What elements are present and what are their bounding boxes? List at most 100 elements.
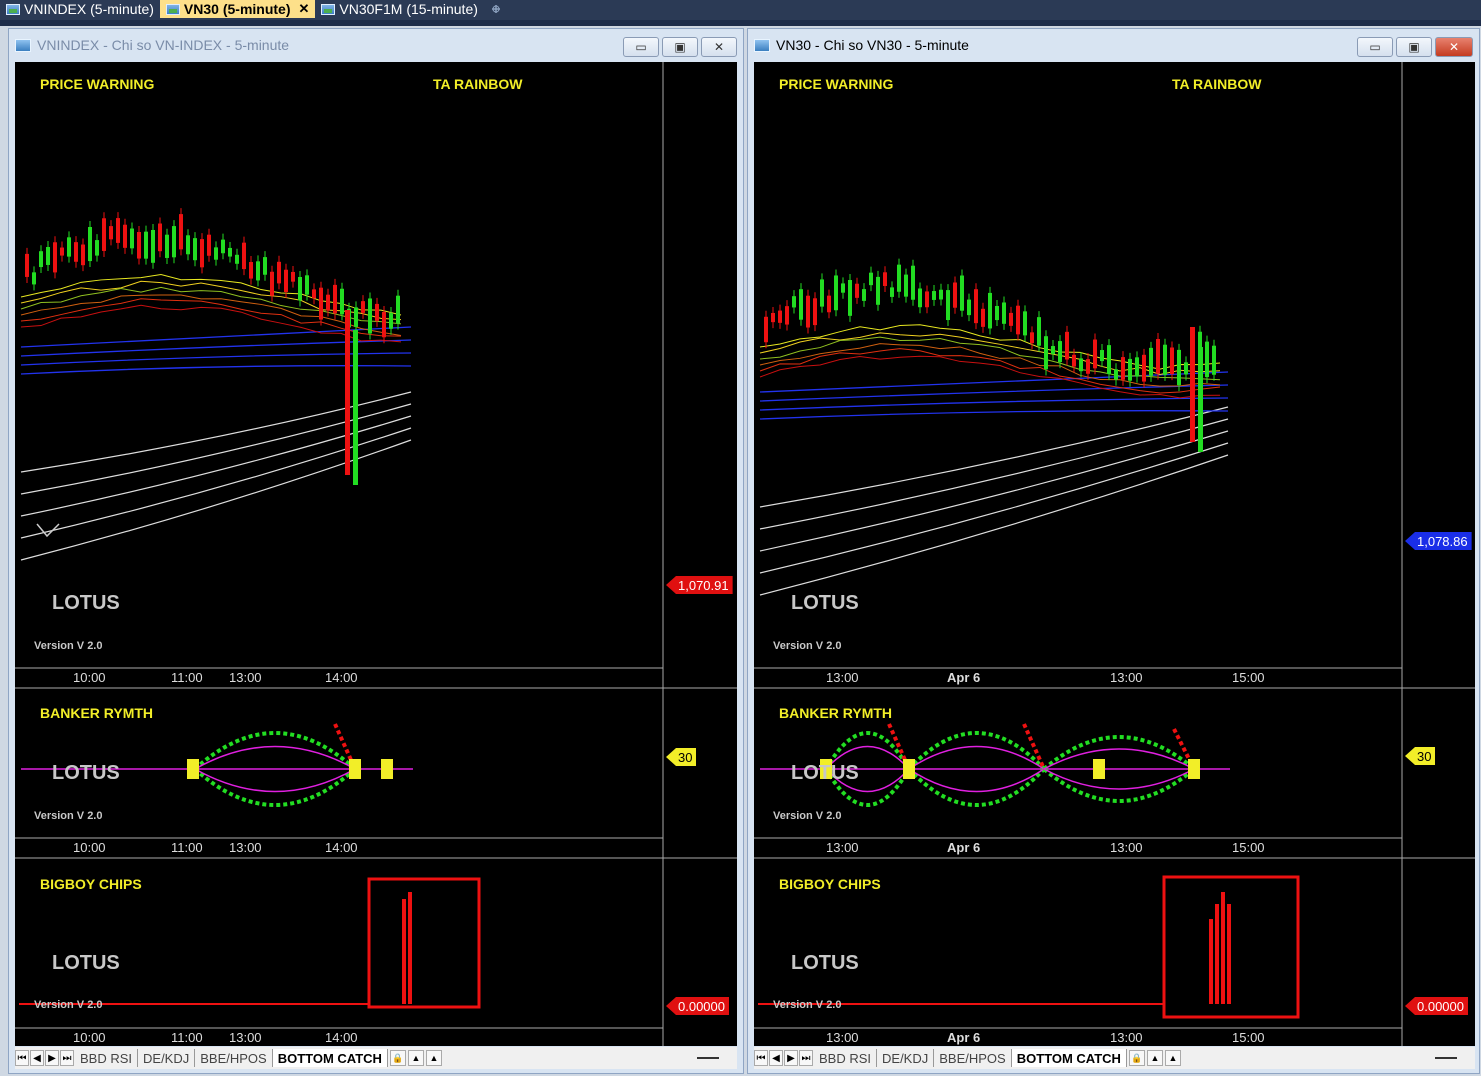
chart-canvas[interactable]: [15, 62, 737, 1046]
candle-body: [382, 311, 386, 338]
candle-body: [890, 287, 894, 297]
last-sheet-button[interactable]: ⏭: [60, 1050, 74, 1066]
lotus-watermark: LOTUS: [791, 762, 859, 784]
candle-body: [1190, 327, 1195, 442]
candle-body: [74, 242, 78, 262]
sheet-tab-de-kdj[interactable]: DE/KDJ: [877, 1049, 935, 1067]
candle-body: [883, 272, 887, 286]
candle-body: [764, 316, 768, 343]
prev-sheet-button[interactable]: ◀: [30, 1050, 44, 1066]
time-axis-label: 15:00: [1232, 670, 1265, 685]
next-sheet-button[interactable]: ▶: [45, 1050, 59, 1066]
sheet-tab-bottom-catch[interactable]: BOTTOM CATCH: [272, 1049, 388, 1067]
candle-body: [785, 306, 789, 325]
time-axis-label: 10:00: [73, 670, 106, 685]
chips-bar: [1215, 904, 1219, 1004]
time-axis-label: 14:00: [325, 670, 358, 685]
lock-icon[interactable]: 🔒: [1128, 1050, 1145, 1066]
time-axis-label: 11:00: [171, 840, 203, 855]
pin-icon[interactable]: [490, 3, 502, 15]
candle-body: [67, 237, 71, 257]
last-sheet-button[interactable]: ⏭: [799, 1050, 813, 1066]
candle-body: [151, 229, 155, 263]
prev-sheet-button[interactable]: ◀: [769, 1050, 783, 1066]
candle-body: [333, 284, 337, 314]
highlight-box: [367, 877, 481, 1009]
candle-body: [1079, 358, 1083, 372]
sort-alt-icon[interactable]: ▲: [1164, 1050, 1181, 1066]
lotus-watermark: LOTUS: [52, 952, 120, 974]
sheet-tab-bbe-hpos[interactable]: BBE/HPOS: [934, 1049, 1012, 1067]
candle-body: [1177, 349, 1181, 386]
sheet-tab-bottom-catch[interactable]: BOTTOM CATCH: [1011, 1049, 1127, 1067]
oscillator-line: [1043, 768, 1195, 790]
candle-body: [263, 257, 267, 275]
chips-bar: [1221, 892, 1225, 1004]
lock-icon[interactable]: 🔒: [389, 1050, 406, 1066]
candle-body: [235, 254, 239, 264]
candle-body: [207, 234, 211, 256]
candle-body: [953, 282, 957, 308]
sheet-tab-de-kdj[interactable]: DE/KDJ: [138, 1049, 196, 1067]
ta-rainbow-label: TA RAINBOW: [433, 76, 523, 92]
moving-average-line: [20, 403, 412, 495]
chart-canvas[interactable]: [754, 62, 1475, 1046]
chart-window-vnindex: VNINDEX - Chi so VN-INDEX - 5-minute ▭ ▣…: [8, 28, 744, 1074]
next-sheet-button[interactable]: ▶: [784, 1050, 798, 1066]
candle-body: [368, 298, 372, 334]
sort-alt-icon[interactable]: ▲: [425, 1050, 442, 1066]
candle-body: [1184, 362, 1188, 375]
candle-body: [214, 247, 218, 260]
first-sheet-button[interactable]: ⏮: [754, 1050, 768, 1066]
version-label: Version V 2.0: [773, 640, 842, 652]
chart-area[interactable]: PRICE WARNING TA RAINBOW LOTUS Version V…: [754, 62, 1475, 1046]
chips-bar: [402, 899, 406, 1004]
candle-body: [911, 265, 915, 300]
candle-body: [1051, 346, 1055, 355]
candle-body: [221, 239, 225, 254]
candle-body: [820, 279, 824, 307]
candle-body: [1009, 312, 1013, 326]
sheet-tab-bbe-hpos[interactable]: BBE/HPOS: [195, 1049, 273, 1067]
oscillator-dots: [1042, 767, 1196, 803]
close-button[interactable]: ✕: [701, 37, 737, 57]
candle-body: [855, 283, 859, 298]
candle-body: [904, 274, 908, 297]
candle-body: [799, 289, 803, 320]
lotus-watermark: LOTUS: [52, 592, 120, 614]
candle-body: [109, 226, 113, 240]
candle-body: [53, 242, 57, 273]
moving-average-line: [20, 439, 412, 561]
candle-body: [340, 288, 344, 315]
sheet-tab-bbd-rsi[interactable]: BBD RSI: [814, 1049, 878, 1067]
doc-tab-vnindex[interactable]: VNINDEX (5-minute): [0, 0, 160, 18]
candle-body: [848, 280, 852, 316]
chart-area[interactable]: PRICE WARNING TA RAINBOW LOTUS Version V…: [15, 62, 737, 1046]
time-axis-label: 13:00: [826, 670, 859, 685]
sort-icon[interactable]: ▲: [407, 1050, 424, 1066]
minimize-button[interactable]: ▭: [1357, 37, 1393, 57]
maximize-button[interactable]: ▣: [662, 37, 698, 57]
doc-tab-vn30[interactable]: VN30 (5-minute) ✕: [159, 0, 316, 18]
sheet-tab-bbd-rsi[interactable]: BBD RSI: [75, 1049, 139, 1067]
candle-body: [60, 247, 64, 256]
last-price-tag: 1,070.91: [666, 576, 733, 594]
oscillator-dots: [1042, 735, 1196, 771]
collapse-button[interactable]: [697, 1057, 719, 1059]
doc-tab-vn30f1m[interactable]: VN30F1M (15-minute): [315, 0, 508, 18]
signal-marker: [349, 759, 361, 779]
collapse-button[interactable]: [1435, 1057, 1457, 1059]
candle-body: [1135, 357, 1139, 377]
workspace-strip: [0, 20, 1481, 26]
sort-icon[interactable]: ▲: [1146, 1050, 1163, 1066]
maximize-button[interactable]: ▣: [1396, 37, 1432, 57]
candle-body: [1121, 357, 1125, 380]
candle-body: [200, 239, 204, 268]
moving-average-line: [759, 406, 1229, 508]
close-button[interactable]: ✕: [1435, 37, 1473, 57]
first-sheet-button[interactable]: ⏮: [15, 1050, 29, 1066]
sheet-tab-bar: ⏮ ◀ ▶ ⏭ BBD RSI DE/KDJ BBE/HPOS BOTTOM C…: [754, 1047, 1475, 1069]
minimize-button[interactable]: ▭: [623, 37, 659, 57]
time-axis-label: 14:00: [325, 1030, 358, 1045]
close-tab-icon[interactable]: ✕: [299, 1, 310, 17]
